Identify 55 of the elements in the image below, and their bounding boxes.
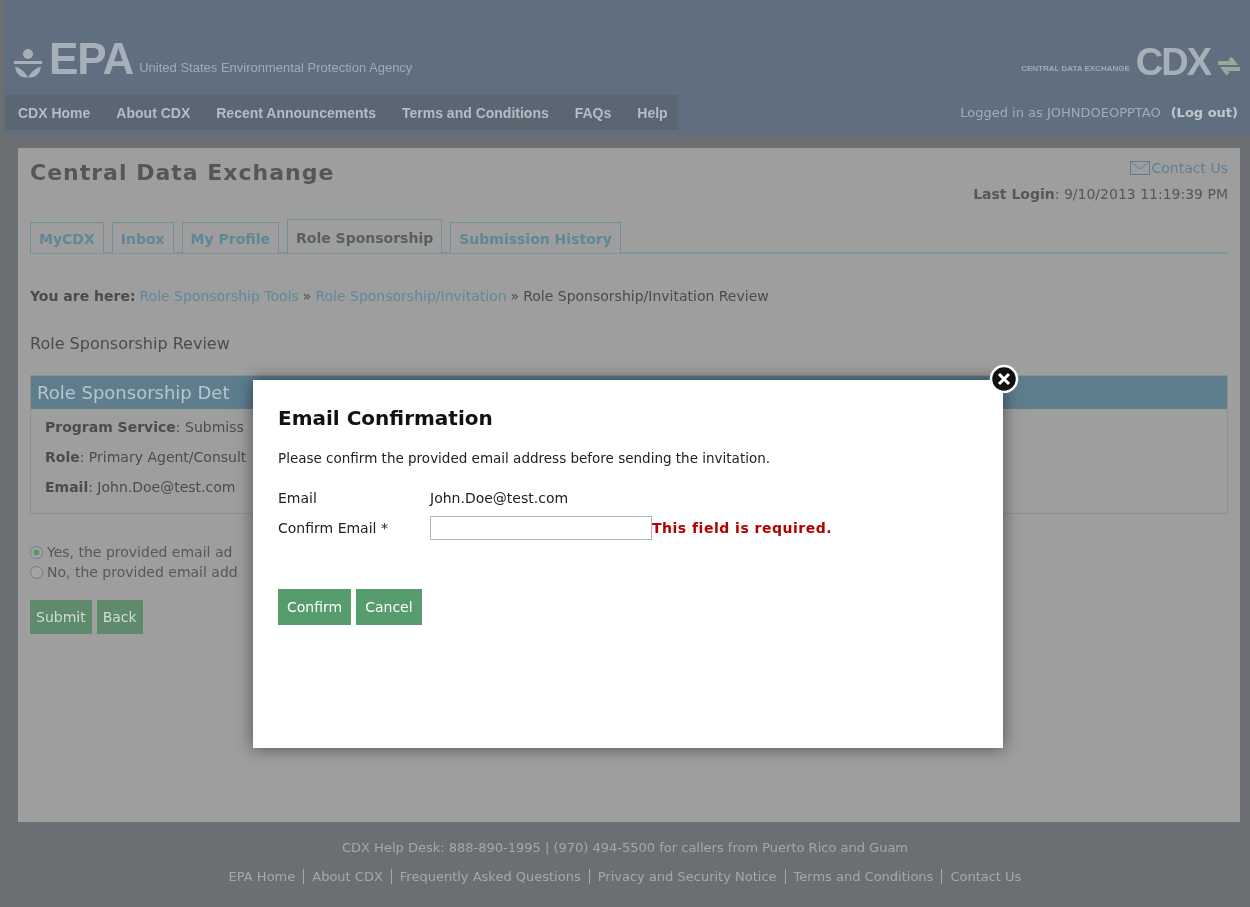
- breadcrumb-current: Role Sponsorship/Invitation Review: [523, 288, 769, 304]
- nav-link[interactable]: FAQs: [548, 95, 612, 130]
- flower-icon: [13, 47, 43, 79]
- tab[interactable]: Inbox: [111, 222, 174, 253]
- nav-link[interactable]: Terms and Conditions: [376, 95, 549, 130]
- form-button[interactable]: Submit: [30, 600, 92, 634]
- breadcrumb-link[interactable]: Role Sponsorship Tools: [139, 288, 299, 304]
- dialog-button[interactable]: Cancel: [356, 589, 422, 625]
- detail-text: Program Service: Submiss: [45, 419, 244, 435]
- contact-link[interactable]: Contact Us: [1129, 160, 1228, 176]
- logo-text: EPA: [49, 39, 134, 79]
- tab[interactable]: My Profile: [181, 222, 279, 253]
- detail-text: Email: John.Doe@test.com: [45, 479, 236, 495]
- page-title: Central Data Exchange: [30, 160, 335, 187]
- agency-name: United States Environmental Protection Agency: [139, 60, 413, 75]
- error-message: This field is required.: [652, 520, 834, 536]
- logo-text: CDX: [1135, 45, 1210, 79]
- field-label: Confirm Email *: [278, 520, 389, 536]
- option-label: Yes, the provided email ad: [47, 544, 233, 560]
- mail-icon: [1129, 161, 1150, 175]
- detail-text: Role: Primary Agent/Consult: [45, 449, 247, 465]
- footer-link[interactable]: Contact Us: [941, 869, 1030, 884]
- email-value: John.Doe@test.com: [430, 490, 570, 506]
- dialog-title: Email Confirmation: [278, 406, 494, 430]
- breadcrumb-label: You are here:: [30, 288, 136, 304]
- nav-link[interactable]: Help: [611, 95, 668, 130]
- tab[interactable]: Submission History: [450, 222, 621, 253]
- footer-link[interactable]: Terms and Conditions: [784, 869, 942, 884]
- logout-link[interactable]: (Log out): [1170, 105, 1238, 120]
- footer-link[interactable]: Privacy and Security Notice: [588, 869, 785, 884]
- tab[interactable]: MyCDX: [30, 222, 104, 253]
- last-login-text: Last Login: 9/10/2013 11:19:39 PM: [973, 186, 1228, 202]
- footer-link[interactable]: EPA Home: [220, 869, 304, 884]
- radio-button[interactable]: [30, 565, 43, 579]
- logged-in-text: Logged in as JOHNDOEOPPTAO: [960, 105, 1161, 120]
- field-label: Email: [278, 490, 318, 506]
- breadcrumb-link[interactable]: Role Sponsorship/Invitation: [315, 288, 507, 304]
- confirm-email-field[interactable]: [430, 516, 652, 540]
- nav-link[interactable]: CDX Home: [5, 95, 91, 130]
- nav-link[interactable]: Recent Announcements: [190, 95, 376, 130]
- breadcrumb-separator: »: [302, 288, 312, 304]
- nav-link[interactable]: About CDX: [90, 95, 191, 130]
- help-desk-text: CDX Help Desk: 888-890-1995 | (970) 494-5500 for callers from Puerto Rico and Guam: [342, 840, 908, 855]
- logo-caption: CENTRAL DATA EXCHANGE: [1021, 64, 1130, 73]
- footer-link[interactable]: About CDX: [303, 869, 391, 884]
- dialog-message: Please confirm the provided email address before sending the invitation.: [278, 450, 772, 466]
- tab[interactable]: Role Sponsorship: [287, 219, 443, 253]
- section-heading: Role Sponsorship Review: [30, 334, 231, 353]
- form-button[interactable]: Back: [96, 600, 143, 634]
- dialog-button[interactable]: Confirm: [278, 589, 352, 625]
- option-label: No, the provided email add: [47, 564, 238, 580]
- footer-link[interactable]: Frequently Asked Questions: [390, 869, 589, 884]
- close-icon[interactable]: [989, 364, 1019, 394]
- breadcrumb-separator: »: [510, 288, 520, 304]
- radio-button[interactable]: [30, 545, 43, 559]
